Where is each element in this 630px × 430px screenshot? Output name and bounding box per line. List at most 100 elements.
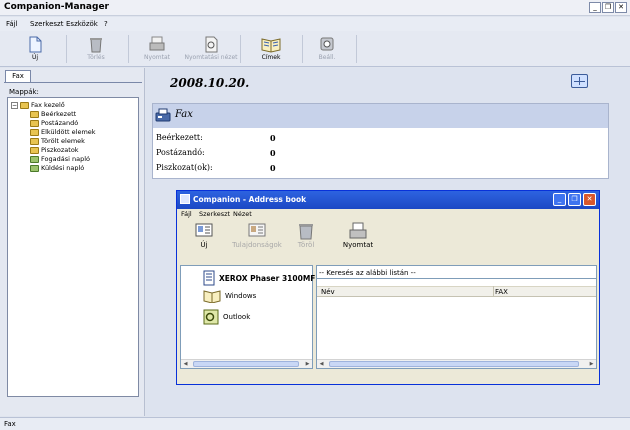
window-controls: _ ❐ ✕	[589, 2, 627, 13]
app-title: Companion-Manager	[4, 2, 109, 12]
dialog-print-button[interactable]: Nyomtat	[335, 222, 381, 249]
dialog-delete-button[interactable]: Töröl	[283, 222, 329, 249]
delete-button[interactable]: Törlés	[67, 34, 125, 64]
tree-item-drafts[interactable]: Piszkozatok	[30, 146, 79, 154]
folder-tree: − Fax kezelő Beérkezett Postázandó Elkül…	[7, 97, 139, 397]
print-preview-button[interactable]: Nyomtatási nézet	[182, 34, 240, 64]
scroll-thumb[interactable]	[329, 361, 579, 367]
fax-row-value: 0	[270, 163, 276, 173]
tab-divider	[4, 82, 142, 83]
tree-item-send-log[interactable]: Küldési napló	[30, 164, 84, 172]
minimize-button[interactable]: _	[589, 2, 601, 13]
folders-label: Mappák:	[9, 88, 39, 96]
main-toolbar: Új Törlés Nyomtat Nyomtatási nézet Címek…	[0, 31, 630, 67]
dialog-title: Companion - Address book	[193, 195, 307, 204]
scroll-thumb[interactable]	[193, 361, 299, 367]
fax-summary-panel: Fax Beérkezett: 0 Postázandó: 0 Piszkoza…	[152, 103, 609, 179]
windows-address-book-icon	[203, 290, 221, 303]
folder-icon	[20, 101, 29, 109]
fax-machine-icon	[155, 108, 171, 122]
dialog-toolbar: Új Tulajdonságok Töröl Nyomtat	[177, 220, 599, 260]
tree-item-outbox[interactable]: Postázandó	[30, 119, 78, 127]
tree-item-inbox[interactable]: Beérkezett	[30, 110, 76, 118]
menu-edit[interactable]: Szerkeszt	[30, 20, 63, 28]
collapse-icon[interactable]: −	[11, 101, 18, 109]
dialog-menu-edit[interactable]: Szerkeszt	[199, 210, 230, 218]
print-preview-icon	[205, 36, 218, 53]
contact-list-panel: -- Keresés az alábbi listán -- Név FAX ◀…	[316, 265, 597, 369]
folder-icon	[30, 128, 39, 136]
fax-row-value: 0	[270, 148, 276, 158]
print-button[interactable]: Nyomtat	[128, 34, 186, 64]
folder-icon	[30, 119, 39, 127]
fax-row-label: Postázandó:	[156, 148, 205, 157]
dialog-minimize-button[interactable]: _	[553, 193, 566, 206]
menu-bar: Fájl Szerkeszt Eszközök ?	[0, 17, 630, 31]
trash-icon	[90, 38, 102, 53]
dialog-new-button[interactable]: Új	[181, 222, 227, 249]
scroll-right-icon[interactable]: ▶	[303, 360, 312, 368]
layout-grid-icon[interactable]	[571, 74, 588, 88]
tree-item-receive-log[interactable]: Fogadási napló	[30, 155, 90, 163]
fax-row-label: Piszkozat(ok):	[156, 163, 213, 172]
log-icon	[30, 164, 39, 172]
source-windows[interactable]: Windows	[203, 289, 256, 303]
fax-panel-header: Fax	[153, 104, 608, 128]
address-book-dialog: Companion - Address book _ ❐ ✕ Fájl Szer…	[176, 190, 600, 385]
toolbar-separator	[356, 35, 357, 63]
settings-button[interactable]: Beáll.	[298, 34, 356, 64]
menu-tools[interactable]: Eszközök	[66, 20, 98, 28]
restore-button[interactable]: ❐	[602, 2, 614, 13]
scroll-left-icon[interactable]: ◀	[317, 360, 326, 368]
dialog-menu-view[interactable]: Nézet	[233, 210, 252, 218]
scroll-right-icon[interactable]: ▶	[587, 360, 596, 368]
fax-row-label: Beérkezett:	[156, 133, 203, 142]
tree-root[interactable]: − Fax kezelő	[11, 101, 65, 109]
horizontal-scrollbar[interactable]: ◀ ▶	[181, 359, 312, 368]
dialog-maximize-button[interactable]: ❐	[568, 193, 581, 206]
dialog-close-button[interactable]: ✕	[583, 193, 596, 206]
menu-help[interactable]: ?	[104, 20, 108, 28]
contact-list-header: Név FAX	[317, 286, 596, 297]
dialog-menu-bar: Fájl Szerkeszt Nézet	[177, 209, 599, 220]
properties-icon	[248, 223, 266, 237]
tree-item-sent[interactable]: Elküldött elemek	[30, 128, 96, 136]
scroll-left-icon[interactable]: ◀	[181, 360, 190, 368]
current-date: 2008.10.20.	[170, 76, 250, 90]
addresses-button[interactable]: Címek	[242, 34, 300, 64]
close-button[interactable]: ✕	[615, 2, 627, 13]
dialog-properties-button[interactable]: Tulajdonságok	[229, 222, 285, 249]
folder-icon	[30, 110, 39, 118]
settings-icon	[320, 37, 334, 51]
status-text: Fax	[4, 420, 16, 428]
app-title-bar: Companion-Manager _ ❐ ✕	[0, 0, 630, 16]
tree-item-deleted[interactable]: Törölt elemek	[30, 137, 85, 145]
column-fax[interactable]: FAX	[495, 288, 508, 296]
log-icon	[30, 155, 39, 163]
left-pane: Fax Mappák: − Fax kezelő Beérkezett Post…	[0, 68, 145, 416]
app-icon	[180, 194, 190, 204]
new-button[interactable]: Új	[6, 34, 64, 64]
printer-icon	[149, 36, 165, 51]
source-outlook[interactable]: Outlook	[203, 309, 250, 325]
folder-icon	[30, 146, 39, 154]
column-divider[interactable]	[493, 286, 494, 297]
dialog-menu-file[interactable]: Fájl	[181, 210, 192, 218]
dialog-window-controls: _ ❐ ✕	[553, 193, 596, 206]
column-name[interactable]: Név	[321, 288, 335, 296]
dialog-title-bar[interactable]: Companion - Address book _ ❐ ✕	[177, 191, 599, 209]
contact-search-field[interactable]: -- Keresés az alábbi listán --	[317, 266, 596, 279]
fax-row-value: 0	[270, 133, 276, 143]
outlook-icon	[203, 309, 219, 325]
source-xerox[interactable]: XEROX Phaser 3100MFP	[203, 270, 321, 286]
menu-file[interactable]: Fájl	[6, 20, 18, 28]
status-bar: Fax	[0, 417, 630, 430]
printer-icon	[349, 222, 367, 239]
address-book-icon	[261, 38, 281, 53]
fax-panel-title: Fax	[175, 109, 193, 120]
address-source-list: XEROX Phaser 3100MFP Windows Outlook ◀ ▶	[180, 265, 321, 369]
tab-fax[interactable]: Fax	[5, 70, 31, 82]
toolbar-separator	[240, 35, 241, 63]
horizontal-scrollbar[interactable]: ◀ ▶	[317, 359, 596, 368]
new-document-icon	[29, 36, 42, 53]
